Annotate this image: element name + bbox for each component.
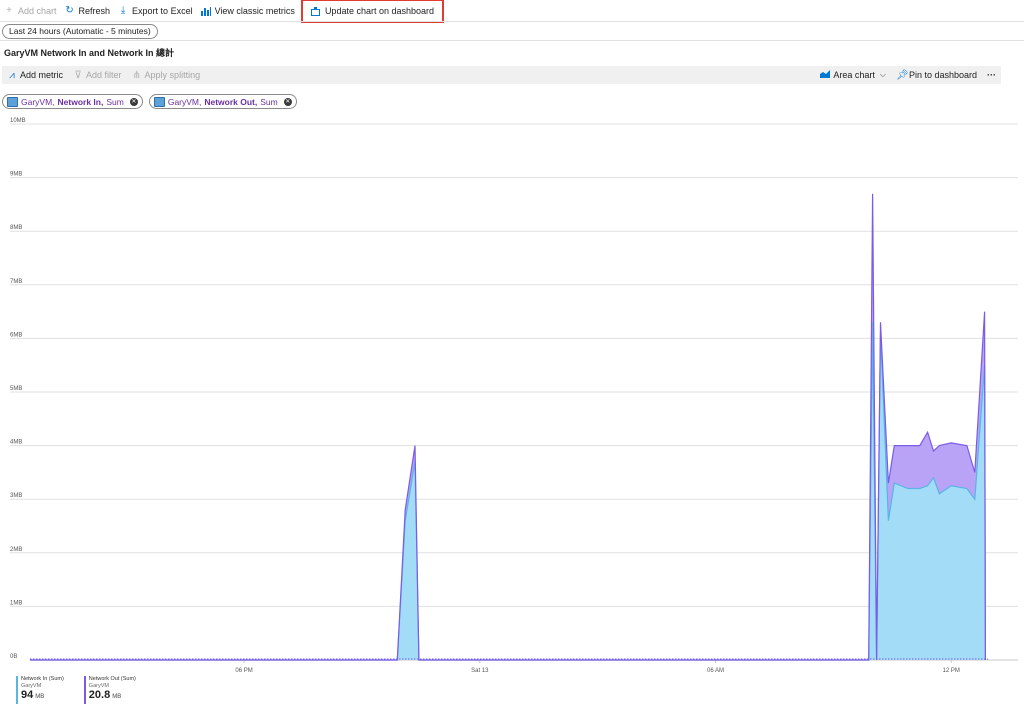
- legend-value: 20.8: [88, 689, 111, 701]
- y-tick-label: 5MB: [10, 386, 22, 392]
- legend-item-network-out[interactable]: Network Out (Sum) GaryVM 20.8 MB: [83, 676, 136, 704]
- download-icon: ⤓: [120, 5, 126, 16]
- divider: [0, 21, 1024, 22]
- command-bar: + Add chart ↻ Refresh ⤓ Export to Excel …: [0, 0, 1024, 23]
- ellipsis-icon: ···: [987, 70, 996, 80]
- refresh-icon: ↻: [65, 5, 74, 16]
- legend-value: 94: [21, 689, 34, 701]
- x-tick-label: 06 PM: [235, 668, 252, 674]
- update-chart-on-dashboard-button[interactable]: Update chart on dashboard: [300, 0, 445, 23]
- series-network-out-area: [30, 193, 986, 660]
- y-tick-label: 7MB: [10, 279, 22, 285]
- y-tick-label: 10MB: [10, 118, 26, 124]
- series-network-in-line: [30, 322, 987, 661]
- chart-toolbar: ⩘ Add metric ⊽ Add filter ⋔ Apply splitt…: [2, 66, 1001, 84]
- chart-type-dropdown[interactable]: Area chart ⌵: [815, 69, 891, 81]
- y-tick-label: 6MB: [10, 332, 22, 338]
- area-chart[interactable]: 0B 1MB 2MB 3MB 4MB 5MB 6MB 7MB 8MB 9MB 10MB 06 PM Sa…: [0, 116, 1024, 676]
- legend-color-bar: [83, 676, 86, 704]
- add-metric-button[interactable]: ⩘ Add metric: [2, 70, 68, 81]
- apply-splitting-button[interactable]: ⋔ Apply splitting: [127, 70, 206, 81]
- legend-unit: MB: [112, 694, 122, 700]
- time-range-picker[interactable]: Last 24 hours (Automatic - 5 minutes): [2, 24, 158, 39]
- chart-legend: Network In (Sum) GaryVM 94 MB Network Out…: [16, 676, 136, 704]
- close-icon[interactable]: ✕: [283, 97, 292, 106]
- pin-icon: 📌︎: [895, 69, 909, 81]
- legend-unit: MB: [35, 694, 45, 700]
- pin-to-dashboard-button[interactable]: 📌︎ Pin to dashboard: [891, 70, 982, 81]
- refresh-button[interactable]: ↻ Refresh: [61, 1, 115, 21]
- add-filter-button[interactable]: ⊽ Add filter: [68, 70, 127, 81]
- add-chart-button[interactable]: + Add chart: [0, 1, 61, 21]
- y-tick-label: 9MB: [10, 172, 22, 178]
- view-classic-metrics-button[interactable]: View classic metrics: [197, 1, 299, 21]
- divider: [0, 40, 1024, 41]
- chart-title[interactable]: GaryVM Network In and Network In 總計: [4, 46, 174, 59]
- y-tick-label: 3MB: [10, 493, 22, 499]
- x-tick-label: 06 AM: [707, 668, 724, 674]
- y-tick-label: 8MB: [10, 225, 22, 231]
- series-network-in-area: [30, 322, 986, 660]
- filter-icon: ⊽: [74, 69, 82, 81]
- split-icon: ⋔: [132, 69, 141, 81]
- more-options-button[interactable]: ···: [982, 70, 1001, 80]
- dashboard-icon: [311, 6, 321, 16]
- area-chart-icon: [820, 69, 831, 81]
- y-tick-label: 1MB: [10, 600, 22, 606]
- x-tick-label: 12 PM: [943, 668, 960, 674]
- metric-pills: GaryVM, Network In, Sum ✕ GaryVM, Networ…: [2, 94, 297, 109]
- y-tick-label: 4MB: [10, 440, 22, 446]
- x-tick-label: Sat 13: [471, 668, 489, 674]
- chart-toolbar-right: Area chart ⌵ 📌︎ Pin to dashboard ···: [815, 69, 1001, 81]
- series-network-out-line: [30, 193, 987, 661]
- metric-pill-network-out[interactable]: GaryVM, Network Out, Sum ✕: [148, 94, 297, 109]
- metric-pill-network-in[interactable]: GaryVM, Network In, Sum ✕: [2, 94, 143, 109]
- legend-item-network-in[interactable]: Network In (Sum) GaryVM 94 MB: [16, 676, 64, 704]
- close-icon[interactable]: ✕: [129, 97, 138, 106]
- chevron-down-icon: ⌵: [879, 70, 886, 79]
- vm-icon: [153, 96, 165, 107]
- export-excel-button[interactable]: ⤓ Export to Excel: [114, 1, 197, 21]
- add-metric-icon: ⩘: [9, 69, 15, 81]
- vm-icon: [7, 96, 18, 107]
- bar-chart-icon: [200, 6, 211, 16]
- plus-icon: +: [6, 5, 12, 16]
- y-tick-label: 0B: [10, 654, 17, 660]
- legend-color-bar: [16, 676, 18, 704]
- y-tick-label: 2MB: [10, 547, 22, 553]
